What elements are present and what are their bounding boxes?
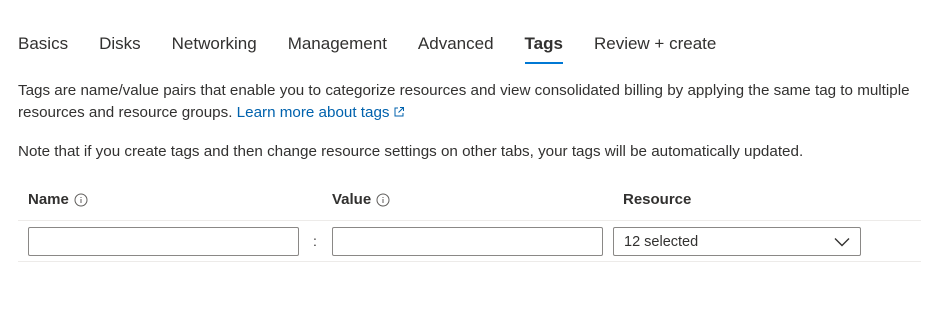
info-icon[interactable] — [74, 193, 88, 207]
tab-bar: Basics Disks Networking Management Advan… — [18, 30, 747, 66]
resource-dropdown[interactable]: 12 selected — [613, 227, 861, 256]
resource-column-label: Resource — [623, 191, 692, 208]
name-value-separator: : — [313, 233, 317, 249]
value-column-label: Value — [332, 191, 372, 208]
tab-disks[interactable]: Disks — [99, 30, 141, 62]
external-link-icon — [394, 107, 404, 117]
description-text: Tags are name/value pairs that enable yo… — [18, 82, 910, 121]
tab-advanced[interactable]: Advanced — [418, 30, 494, 62]
resource-column-header: Resource — [623, 191, 691, 208]
name-column-header: Name — [28, 191, 88, 208]
tags-grid: Name Value Resource : 12 selected — [18, 182, 921, 262]
tags-note: Note that if you create tags and then ch… — [18, 143, 804, 160]
chevron-down-icon — [834, 238, 850, 247]
value-column-header: Value — [332, 191, 390, 208]
name-column-label: Name — [28, 191, 69, 208]
resource-dropdown-value: 12 selected — [624, 234, 699, 250]
tag-row: : 12 selected — [18, 221, 921, 262]
grid-header: Name Value Resource — [18, 182, 921, 221]
learn-more-link-label: Learn more about tags — [236, 104, 390, 121]
tab-management[interactable]: Management — [288, 30, 387, 62]
tag-value-input[interactable] — [332, 227, 603, 256]
info-icon[interactable] — [376, 193, 390, 207]
tag-name-input[interactable] — [28, 227, 299, 256]
learn-more-link[interactable]: Learn more about tags — [237, 104, 405, 121]
tab-tags[interactable]: Tags — [524, 30, 564, 64]
tags-description: Tags are name/value pairs that enable yo… — [18, 80, 918, 124]
tab-basics[interactable]: Basics — [18, 30, 68, 62]
tab-review-create[interactable]: Review + create — [594, 30, 716, 62]
tab-networking[interactable]: Networking — [172, 30, 257, 62]
